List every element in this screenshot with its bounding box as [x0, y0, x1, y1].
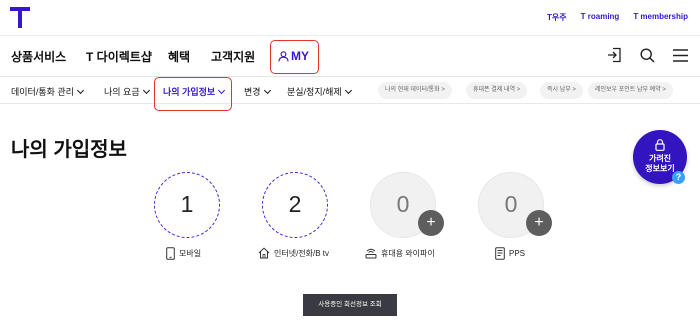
nav-products-services[interactable]: 상품서비스 [11, 48, 66, 65]
subnav-change[interactable]: 변경 [244, 85, 271, 98]
chevron-down-icon [142, 86, 150, 94]
internet-count-circle[interactable]: 2 [262, 172, 328, 238]
home-icon [258, 247, 270, 259]
add-pps-button[interactable]: + [526, 210, 552, 236]
login-icon[interactable] [607, 47, 622, 63]
quick-link-current-usage[interactable]: 나의 현재 데이터/통화 > [378, 82, 452, 99]
add-wifi-button[interactable]: + [418, 210, 444, 236]
top-links: T우주 T roaming T membership [547, 12, 688, 23]
subnav-lost-suspend[interactable]: 분실/정지/해제 [287, 85, 352, 98]
top-bar: T우주 T roaming T membership [0, 0, 700, 36]
main-nav: 상품서비스 T 다이렉트샵 혜택 고객지원 MY [0, 37, 700, 77]
nav-my-label: MY [291, 49, 309, 63]
quick-link-rainbow-point[interactable]: 레인보우 포인트 납부 예약 > [588, 82, 673, 99]
menu-icon[interactable] [673, 48, 688, 62]
page-title: 나의 가입정보 [11, 139, 127, 161]
t-roaming-link[interactable]: T roaming [581, 12, 620, 23]
mobile-icon [166, 247, 175, 260]
nav-my[interactable]: MY [278, 49, 309, 63]
wifi-router-icon [365, 248, 377, 259]
pps-label: PPS [495, 247, 525, 260]
mobile-count-circle[interactable]: 1 [154, 172, 220, 238]
mobile-count: 1 [180, 191, 194, 217]
t-universe-link[interactable]: T우주 [547, 12, 567, 23]
nav-customer-support[interactable]: 고객지원 [211, 48, 255, 65]
pps-label-text: PPS [509, 249, 526, 258]
t-logo-icon[interactable] [10, 7, 30, 28]
t-membership-link[interactable]: T membership [633, 12, 688, 23]
sub-nav: 데이터/통화 관리 나의 요금 나의 가입정보 변경 분실/정지/해제 나의 현… [0, 77, 700, 111]
help-icon[interactable]: ? [672, 171, 685, 184]
subnav-data-call[interactable]: 데이터/통화 관리 [11, 85, 85, 98]
chevron-down-icon [344, 86, 352, 94]
quick-link-payment-history[interactable]: 휴대폰 결제 내역 > [466, 82, 528, 99]
nav-benefits[interactable]: 혜택 [168, 48, 190, 65]
internet-label-text: 인터넷/전화/B tv [274, 248, 330, 258]
internet-count: 2 [288, 191, 302, 217]
float-button-line-1: 가려진 [648, 154, 672, 163]
subnav-my-subscription-label: 나의 가입정보 [163, 87, 216, 97]
view-lines-button[interactable]: 사용중인 회선정보 조회 [303, 294, 397, 316]
wifi-label-text: 휴대용 와이파이 [381, 248, 435, 258]
mobile-label: 모바일 [166, 247, 201, 260]
subnav-data-call-label: 데이터/통화 관리 [11, 87, 74, 97]
chevron-down-icon [218, 86, 226, 94]
internet-label: 인터넷/전화/B tv [258, 247, 329, 259]
nav-icons [607, 47, 688, 63]
search-icon[interactable] [640, 47, 655, 63]
subnav-my-subscription[interactable]: 나의 가입정보 [163, 85, 226, 98]
subnav-my-fee-label: 나의 요금 [104, 87, 140, 97]
subnav-lost-suspend-label: 분실/정지/해제 [287, 87, 342, 97]
quick-link-instant-pay[interactable]: 즉시 납부 > [540, 82, 583, 99]
pps-icon [495, 247, 505, 260]
person-icon [278, 50, 289, 62]
lock-icon [655, 139, 665, 151]
chevron-down-icon [263, 86, 271, 94]
nav-t-direct-shop[interactable]: T 다이렉트샵 [86, 48, 152, 65]
mobile-label-text: 모바일 [179, 249, 202, 258]
subnav-my-fee[interactable]: 나의 요금 [104, 85, 150, 98]
subnav-change-label: 변경 [244, 87, 261, 97]
wifi-label: 휴대용 와이파이 [365, 247, 435, 259]
chevron-down-icon [76, 86, 85, 94]
